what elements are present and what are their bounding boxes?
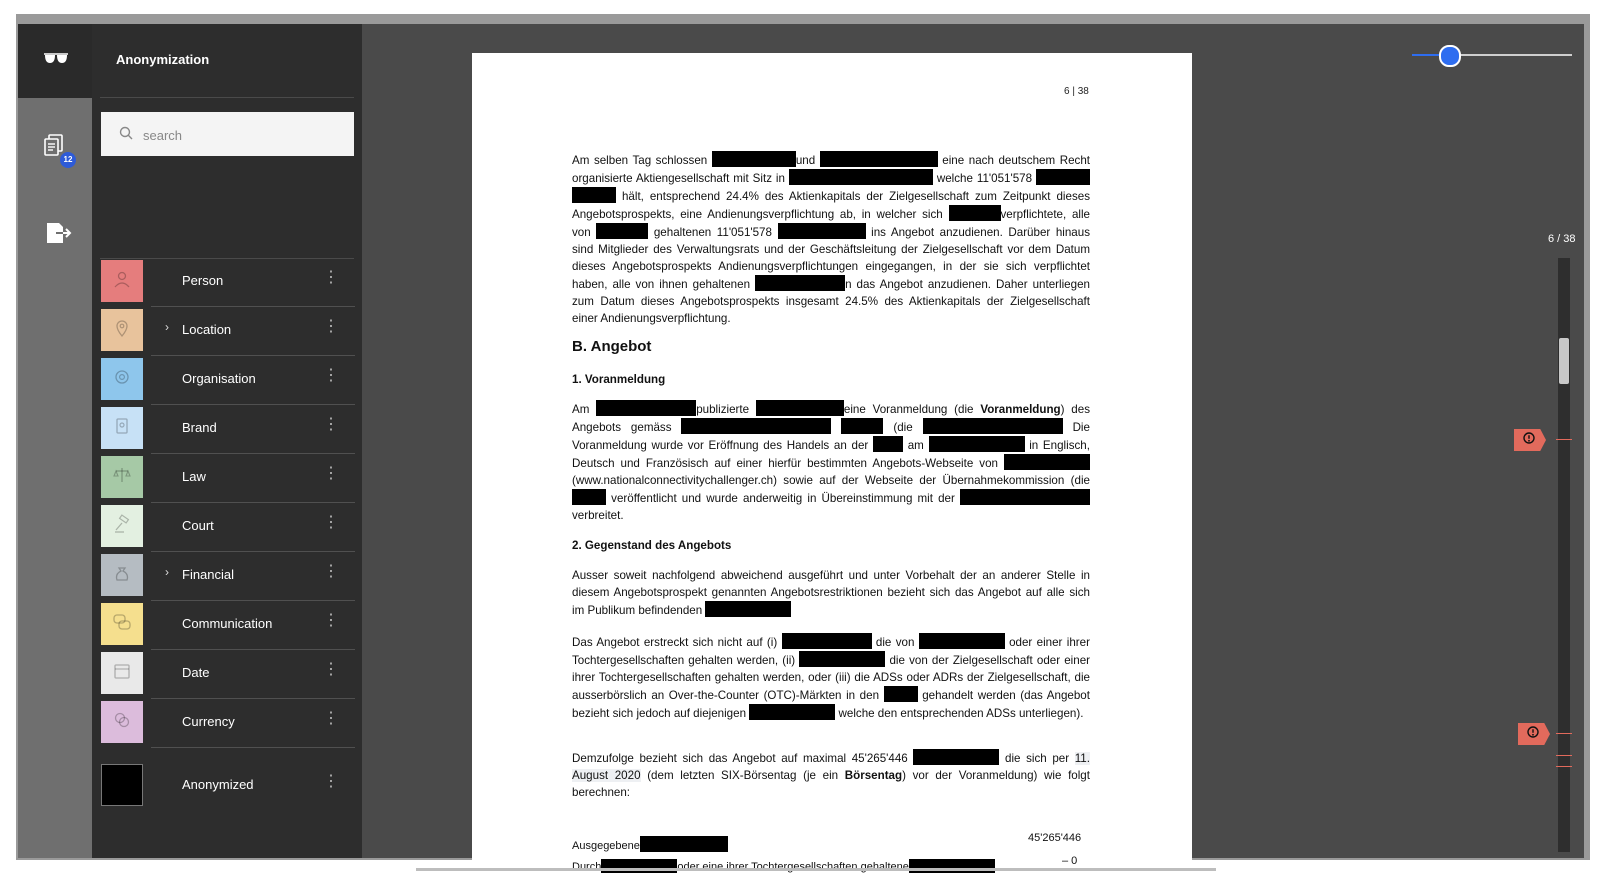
horizontal-scrollbar[interactable]: [416, 868, 1216, 871]
paragraph-1: Am selben Tag schlossen und eine nach de…: [572, 151, 1090, 327]
category-label: Person: [182, 273, 224, 288]
brand-icon: [112, 416, 132, 441]
category-anonymized[interactable]: Anonymized ⋮: [101, 762, 354, 810]
gavel-icon: [112, 513, 132, 539]
marker-tick: [1556, 733, 1572, 734]
more-options-icon[interactable]: ⋮: [323, 613, 339, 629]
category-person[interactable]: Person ⋮: [101, 258, 355, 307]
zoom-slider-thumb[interactable]: [1439, 45, 1462, 67]
organisation-icon: [112, 367, 132, 392]
divider: [100, 97, 354, 98]
scales-icon: [112, 465, 132, 490]
marker-tick: [1556, 755, 1572, 756]
category-law[interactable]: Law ⋮: [101, 454, 355, 503]
category-swatch: [101, 603, 143, 645]
more-options-icon[interactable]: ⋮: [323, 417, 339, 433]
search-icon: [119, 126, 133, 145]
search-box[interactable]: [101, 112, 354, 158]
more-options-icon[interactable]: ⋮: [323, 466, 339, 482]
paragraph-4: Das Angebot erstreckt sich nicht auf (i)…: [572, 633, 1090, 722]
more-options-icon[interactable]: ⋮: [323, 515, 339, 531]
table-cell-value: 45'265'446: [1028, 832, 1082, 844]
section-heading-b: B. Angebot: [572, 338, 652, 355]
more-options-icon[interactable]: ⋮: [323, 368, 339, 384]
category-label: Brand: [182, 420, 217, 435]
category-label: Financial: [182, 567, 235, 582]
category-swatch: [101, 407, 143, 449]
category-label: Organisation: [182, 371, 256, 386]
documents-count-badge: 12: [60, 152, 76, 168]
category-communication[interactable]: Communication ⋮: [101, 601, 355, 650]
coins-icon: [112, 710, 132, 735]
category-swatch: [101, 358, 143, 400]
category-court[interactable]: Court ⋮: [101, 503, 355, 552]
alert-icon: [1523, 431, 1535, 449]
warning-marker[interactable]: [1514, 429, 1546, 451]
page-indicator: 6 / 38: [1548, 233, 1576, 245]
table-row: Ausgegebene: [572, 836, 728, 852]
more-options-icon[interactable]: ⋮: [323, 270, 339, 286]
page-number: 6 | 38: [1064, 86, 1089, 97]
category-swatch: [101, 309, 143, 351]
more-options-icon[interactable]: ⋮: [323, 564, 339, 580]
category-label: Communication: [182, 616, 273, 631]
category-swatch: [101, 554, 143, 596]
more-options-icon[interactable]: ⋮: [323, 319, 339, 335]
marker-tick: [1556, 766, 1572, 767]
location-pin-icon: [112, 318, 132, 343]
category-label: Law: [182, 469, 206, 484]
app-title: Anonymization: [116, 52, 210, 67]
warning-marker[interactable]: [1518, 723, 1550, 745]
category-organisation[interactable]: Organisation ⋮: [101, 356, 355, 405]
more-options-icon[interactable]: ⋮: [323, 774, 339, 790]
category-swatch: [101, 505, 143, 547]
more-options-icon[interactable]: ⋮: [323, 711, 339, 727]
more-options-icon[interactable]: ⋮: [323, 662, 339, 678]
category-label: Currency: [182, 714, 235, 729]
paragraph-5: Demzufolge bezieht sich das Angebot auf …: [572, 749, 1090, 801]
category-swatch: [101, 260, 143, 302]
export-icon[interactable]: [46, 222, 72, 249]
category-label: Anonymized: [182, 777, 254, 792]
search-input[interactable]: [141, 112, 345, 158]
category-financial[interactable]: › Financial ⋮: [101, 552, 355, 601]
chevron-right-icon[interactable]: ›: [165, 565, 169, 579]
category-swatch: [101, 652, 143, 694]
money-bag-icon: [112, 563, 132, 588]
chevron-right-icon[interactable]: ›: [165, 320, 169, 334]
category-swatch: [101, 456, 143, 498]
category-brand[interactable]: Brand ⋮: [101, 405, 355, 454]
person-icon: [112, 269, 132, 294]
divider: [151, 747, 355, 748]
category-currency[interactable]: Currency ⋮: [101, 699, 355, 748]
subheading-gegenstand: 2. Gegenstand des Angebots: [572, 539, 732, 552]
glasses-icon: [43, 50, 69, 71]
subheading-voranmeldung: 1. Voranmeldung: [572, 373, 666, 386]
category-swatch: [101, 701, 143, 743]
marker-tick: [1556, 439, 1572, 440]
category-label: Location: [182, 322, 232, 337]
category-label: Date: [182, 665, 210, 680]
table-cell-value: – 0: [1062, 855, 1078, 867]
paragraph-3: Ausser soweit nachfolgend abweichend aus…: [572, 569, 1090, 617]
category-location[interactable]: › Location ⋮: [101, 307, 355, 356]
paragraph-2: Am publizierte eine Voranmeldung (die Vo…: [572, 400, 1090, 524]
scrollbar-thumb[interactable]: [1559, 338, 1569, 384]
calendar-icon: [112, 661, 132, 686]
category-label: Court: [182, 518, 214, 533]
category-swatch: [101, 764, 143, 806]
category-date[interactable]: Date ⋮: [101, 650, 355, 699]
alert-icon: [1527, 725, 1539, 743]
chat-bubbles-icon: [112, 612, 132, 637]
